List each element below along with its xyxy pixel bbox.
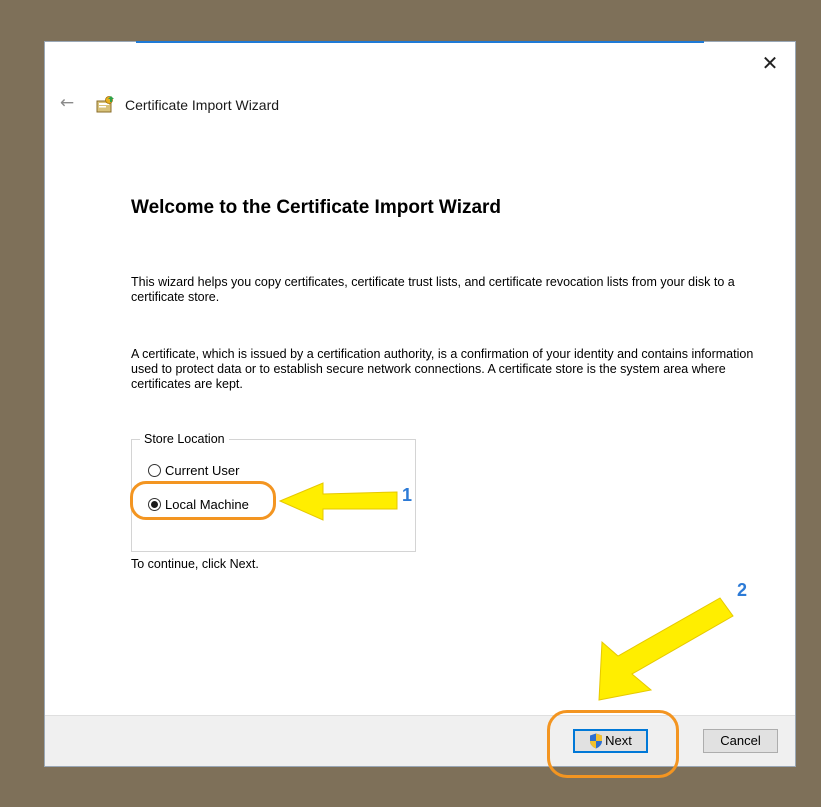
wizard-window: ✕ ← Certificate Import Wizard Welcome to… [44,41,796,767]
continue-instruction: To continue, click Next. [131,557,259,571]
wizard-footer: Next Cancel [45,715,795,766]
radio-current-user[interactable]: Current User [148,463,239,478]
store-location-legend: Store Location [140,432,229,446]
radio-label-local-machine: Local Machine [165,497,249,512]
next-button-label: Next [605,733,632,748]
description-paragraph: A certificate, which is issued by a cert… [131,347,754,391]
uac-shield-icon [590,733,603,749]
next-button[interactable]: Next [573,729,648,753]
store-location-group: Store Location Current User Local Machin… [131,432,416,552]
callout-number-2: 2 [737,580,748,600]
radio-button-checked[interactable] [148,498,161,511]
close-button[interactable]: ✕ [755,50,785,76]
intro-paragraph: This wizard helps you copy certificates,… [131,275,735,304]
radio-local-machine[interactable]: Local Machine [148,497,249,512]
radio-button-unchecked[interactable] [148,464,161,477]
window-top-accent [136,41,704,43]
page-heading: Welcome to the Certificate Import Wizard [131,197,502,218]
wizard-title: Certificate Import Wizard [125,97,280,113]
back-arrow-icon[interactable]: ← [57,92,77,114]
radio-label-current-user: Current User [165,463,240,478]
cancel-button[interactable]: Cancel [703,729,778,753]
callout-number-1: 1 [402,485,413,505]
certificate-icon [96,96,114,113]
